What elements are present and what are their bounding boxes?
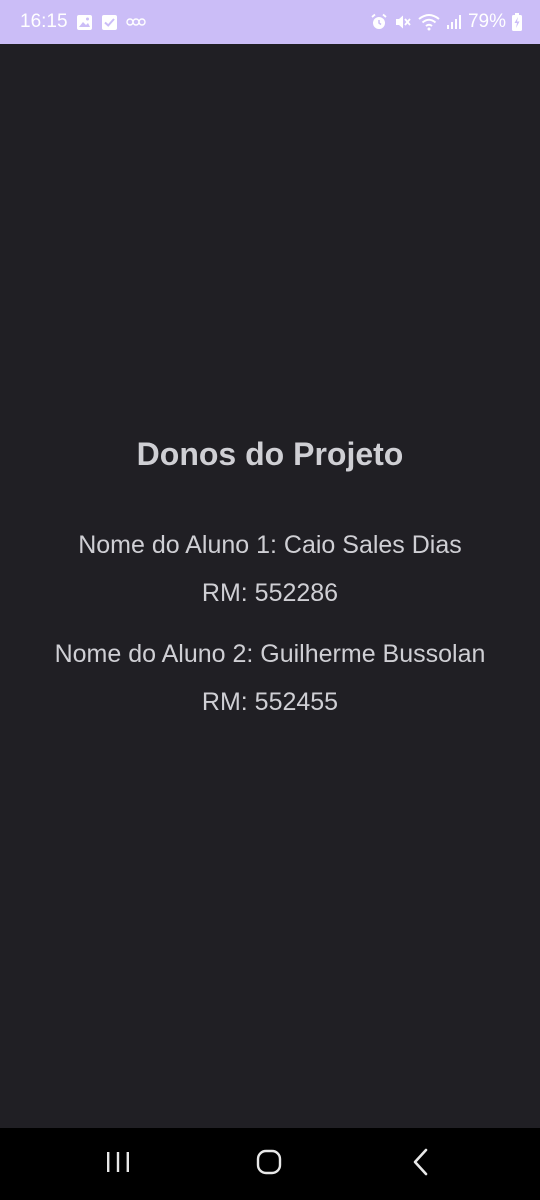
student-1-name: Nome do Aluno 1: Caio Sales Dias xyxy=(78,531,462,559)
home-icon xyxy=(256,1149,282,1180)
student-2-rm: RM: 552455 xyxy=(201,688,339,716)
student-1-rm: RM: 552286 xyxy=(201,579,339,607)
gallery-icon xyxy=(76,14,93,31)
signal-icon xyxy=(446,14,462,30)
battery-charging-icon xyxy=(512,13,522,31)
back-button[interactable] xyxy=(381,1128,461,1200)
mute-icon xyxy=(394,13,412,31)
status-left: 16:15 xyxy=(20,0,146,44)
main-content: Donos do Projeto Nome do Aluno 1: Caio S… xyxy=(0,44,540,1128)
status-time: 16:15 xyxy=(20,11,68,32)
status-bar: 16:15 79% xyxy=(0,0,540,44)
recents-button[interactable] xyxy=(78,1128,158,1200)
app-screen: 16:15 79% Donos do Projeto Nome do Aluno… xyxy=(0,0,540,1200)
page-title: Donos do Projeto xyxy=(136,436,404,472)
home-button[interactable] xyxy=(229,1128,309,1200)
alarm-icon xyxy=(370,13,388,31)
status-right: 79% xyxy=(370,0,522,44)
voicemail-icon xyxy=(125,16,146,28)
battery-percent: 79% xyxy=(467,11,506,32)
student-2-name: Nome do Aluno 2: Guilherme Bussolan xyxy=(54,640,486,668)
navigation-bar xyxy=(0,1128,540,1200)
check-icon xyxy=(101,14,118,31)
wifi-icon xyxy=(418,13,440,31)
back-icon xyxy=(411,1148,431,1181)
recents-icon xyxy=(105,1150,131,1179)
